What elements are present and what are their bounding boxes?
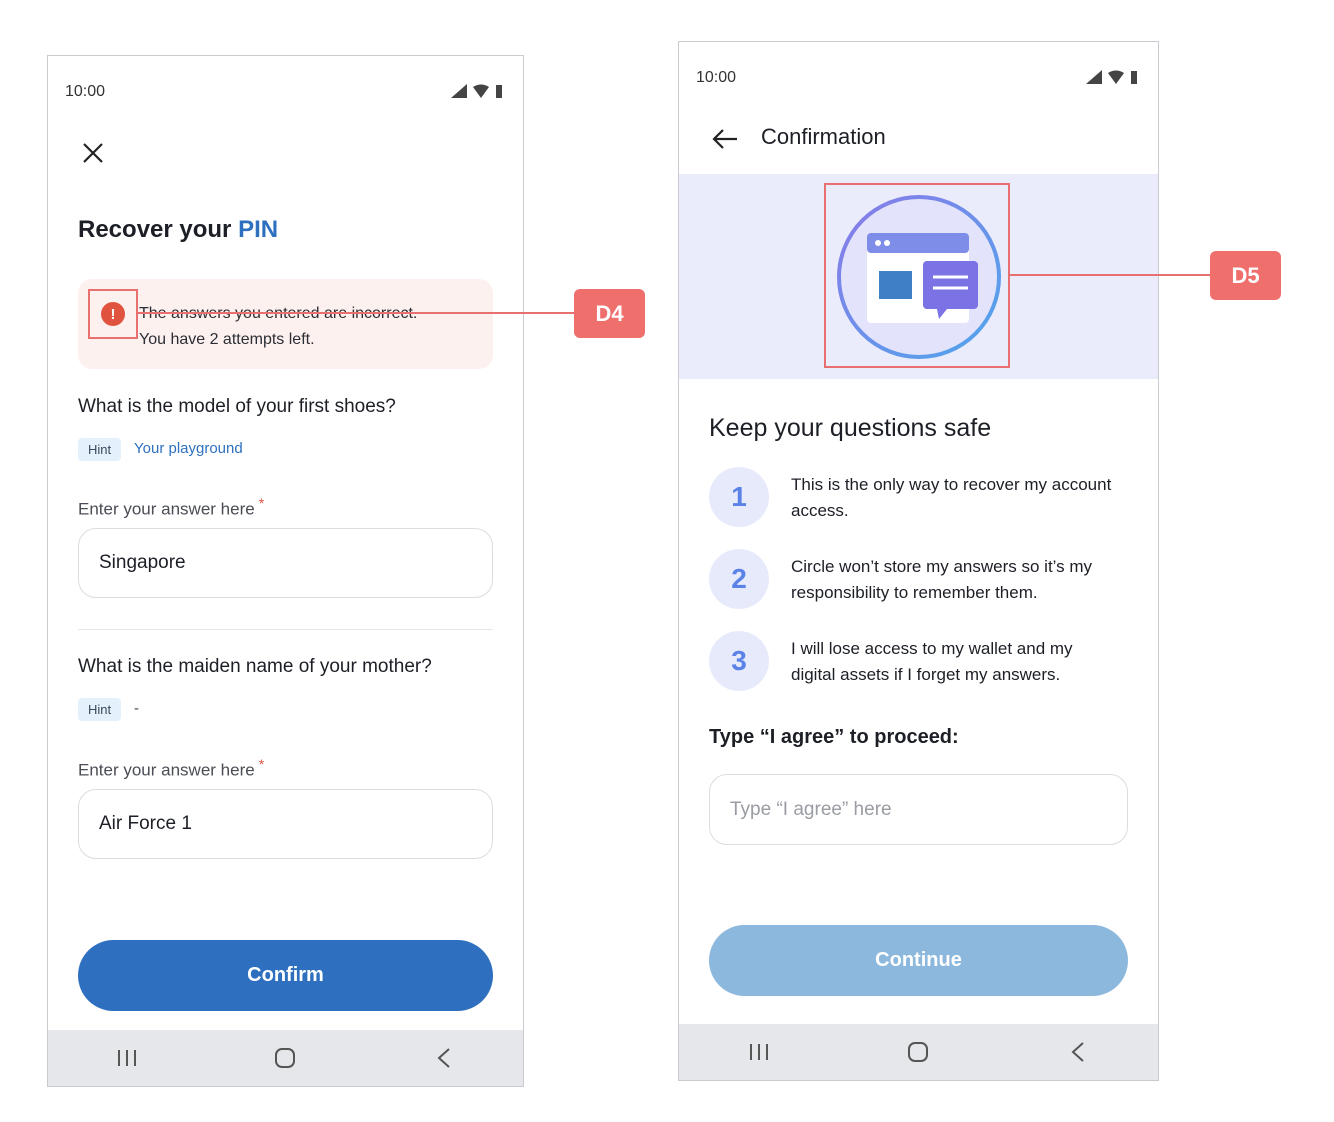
recover-pin-screen: 10:00 Recover your PIN ! The answers you… [47,55,524,1087]
agree-label: Type “I agree” to proceed: [709,726,959,748]
divider [78,629,493,630]
header-title: Confirmation [761,124,886,149]
d5-highlight-box [824,183,1010,368]
back-nav-icon[interactable] [1048,1032,1108,1072]
question-2: What is the maiden name of your mother? [78,656,432,677]
continue-button[interactable]: Continue [709,925,1128,996]
d5-connector-line [1010,274,1212,276]
battery-icon [1131,71,1137,84]
error-line-2: You have 2 attempts left. [139,331,315,348]
answer-label-2-text: Enter your answer here [78,760,255,780]
hint-text-2: - [134,700,139,717]
d4-highlight-box [88,289,138,339]
question-1: What is the model of your first shoes? [78,396,396,417]
home-icon[interactable] [888,1032,948,1072]
title-prefix: Recover your [78,216,232,243]
arrow-left-icon[interactable] [709,124,741,154]
step-number-1: 1 [709,467,769,527]
title-highlight: PIN [238,216,279,243]
step-text-3: I will lose access to my wallet and my d… [791,639,1073,684]
step-text-1: This is the only way to recover my accou… [791,475,1112,520]
section-title: Keep your questions safe [709,414,992,442]
battery-icon [496,85,502,98]
confirm-button[interactable]: Confirm [78,940,493,1011]
answer-label-2: Enter your answer here * [78,756,264,781]
wifi-icon [473,84,489,98]
d5-callout-tag: D5 [1210,251,1281,300]
answer-input-1[interactable]: Singapore [78,528,493,598]
answer-label-1: Enter your answer here * [78,495,264,520]
step-number-3: 3 [709,631,769,691]
agree-input[interactable]: Type “I agree” here [709,774,1128,845]
wifi-icon [1108,70,1124,84]
status-icons-2 [1086,70,1138,84]
signal-icon [451,84,467,98]
status-icons [451,84,503,98]
signal-icon [1086,70,1102,84]
hint-badge-2: Hint [78,698,122,721]
status-time: 10:00 [65,83,106,100]
d4-connector-line [138,312,575,314]
hint-text-1: Your playground [134,440,243,457]
status-time-2: 10:00 [696,69,737,86]
answer-label-1-text: Enter your answer here [78,499,255,519]
hint-badge-1: Hint [78,438,122,461]
step-text-2: Circle won’t store my answers so it’s my… [791,557,1093,602]
close-icon[interactable] [78,138,108,168]
required-marker-2: * [258,756,265,772]
recents-icon[interactable] [97,1038,157,1078]
page-title: Recover your PIN [78,216,278,244]
android-nav-bar-2 [679,1024,1158,1080]
required-marker-1: * [258,495,265,511]
error-message: The answers you entered are incorrect. Y… [139,301,417,353]
d4-callout-tag: D4 [574,289,645,338]
step-number-2: 2 [709,549,769,609]
recents-icon[interactable] [729,1032,789,1072]
error-banner: ! The answers you entered are incorrect.… [78,279,493,369]
home-icon[interactable] [255,1038,315,1078]
android-nav-bar [48,1030,523,1086]
answer-input-2[interactable]: Air Force 1 [78,789,493,859]
back-nav-icon[interactable] [414,1038,474,1078]
error-line-1: The answers you entered are incorrect. [139,301,417,327]
